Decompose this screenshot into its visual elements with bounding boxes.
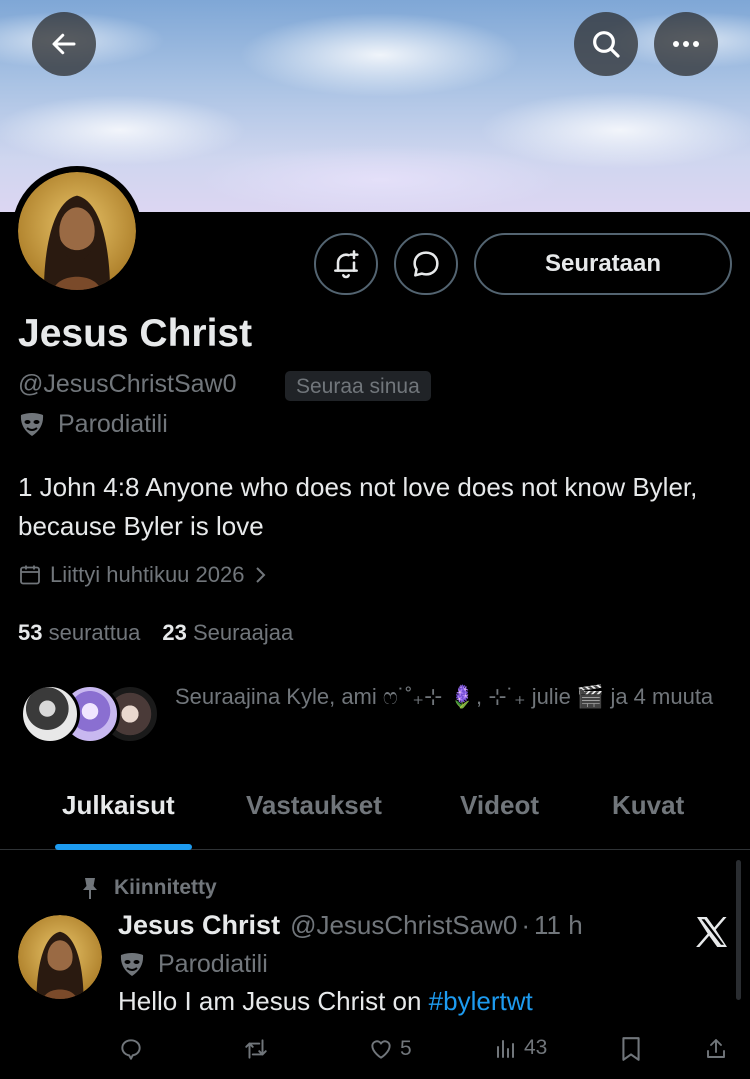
back-button[interactable] <box>32 12 96 76</box>
joined-date[interactable]: Liittyi huhtikuu 2026 <box>18 562 268 588</box>
more-icon <box>673 41 699 47</box>
profile-name: Jesus Christ <box>18 312 253 355</box>
profile-bio: 1 John 4:8 Anyone who does not love does… <box>18 472 698 541</box>
profile-avatar[interactable] <box>12 166 142 296</box>
profile-tabs: Julkaisut Vastaukset Videot Kuvat <box>0 770 750 850</box>
mutual-avatar <box>20 684 80 744</box>
share-button[interactable] <box>704 1036 728 1062</box>
post-separator: · <box>521 910 530 940</box>
scrollbar[interactable] <box>736 860 741 1000</box>
following-label: seurattua <box>48 620 141 645</box>
search-icon <box>593 31 620 58</box>
followers-count: 23 <box>162 620 187 645</box>
bookmark-button[interactable] <box>620 1036 642 1062</box>
search-button[interactable] <box>574 12 638 76</box>
post-author-name[interactable]: Jesus Christ <box>118 910 280 941</box>
followers-label: Seuraajaa <box>192 620 294 645</box>
post-author-avatar[interactable] <box>18 915 102 999</box>
reply-button[interactable] <box>118 1036 144 1062</box>
followed-by-text[interactable]: Seuraajina Kyle, ami ෆ˙˚₊⊹ 🪻, ⊹˙₊ julie … <box>175 676 715 718</box>
tab-posts[interactable]: Julkaisut <box>62 790 175 821</box>
notifications-button[interactable] <box>314 233 378 295</box>
repost-icon <box>245 1039 267 1059</box>
repost-button[interactable] <box>242 1036 270 1062</box>
post-body: Hello I am Jesus Christ on <box>118 986 429 1016</box>
views-button[interactable]: 43 <box>494 1036 547 1060</box>
like-button[interactable]: 5 <box>368 1036 412 1062</box>
following-count: 53 <box>18 620 43 645</box>
post-actions: 5 43 <box>0 1036 750 1072</box>
more-options-button[interactable] <box>654 12 718 76</box>
post-parody-text: Parodiatili <box>158 950 268 978</box>
post-parody-label: Parodiatili <box>118 950 268 979</box>
post-author-handle[interactable]: @JesusChristSaw0 <box>290 910 517 941</box>
x-logo-icon <box>696 917 727 947</box>
pin-icon <box>83 878 97 899</box>
post-time[interactable]: 11 h <box>534 910 583 941</box>
bell-plus-icon <box>334 250 359 279</box>
tab-photos[interactable]: Kuvat <box>612 790 684 821</box>
share-icon <box>707 1039 725 1058</box>
mask-icon <box>120 952 144 976</box>
avatar-image <box>18 915 102 999</box>
post-text: Hello I am Jesus Christ on #bylertwt <box>118 986 533 1017</box>
mask-icon <box>20 412 44 436</box>
mutual-followers-avatars[interactable] <box>20 684 160 744</box>
tab-videos[interactable]: Videot <box>460 790 539 821</box>
views-icon <box>497 1040 514 1058</box>
joined-text: Liittyi huhtikuu 2026 <box>50 562 245 587</box>
active-tab-indicator <box>55 844 192 850</box>
follow-stats: 53 seurattua 23 Seuraajaa <box>18 620 293 646</box>
pinned-indicator: Kiinnitetty <box>80 876 217 900</box>
chevron-right-icon <box>256 567 266 583</box>
parody-label: Parodiatili <box>18 410 168 439</box>
avatar-image <box>18 172 136 290</box>
message-button[interactable] <box>394 233 458 295</box>
profile-handle: @JesusChristSaw0 <box>18 370 237 398</box>
followers-link[interactable]: 23 Seuraajaa <box>162 620 293 646</box>
post-hashtag[interactable]: #bylertwt <box>429 986 533 1016</box>
parody-text: Parodiatili <box>58 410 168 438</box>
follows-you-badge: Seuraa sinua <box>285 371 431 401</box>
reply-icon <box>121 1039 141 1060</box>
following-link[interactable]: 53 seurattua <box>18 620 140 646</box>
post-header: Jesus Christ @JesusChristSaw0 · 11 h <box>118 910 583 941</box>
back-arrow-icon <box>52 33 76 55</box>
like-count: 5 <box>400 1037 412 1060</box>
views-count: 43 <box>524 1036 548 1059</box>
bookmark-icon <box>622 1037 640 1061</box>
like-icon <box>371 1040 391 1059</box>
following-button[interactable]: Seurataan <box>474 233 732 295</box>
tab-replies[interactable]: Vastaukset <box>246 790 382 821</box>
pinned-text: Kiinnitetty <box>114 876 217 899</box>
message-icon <box>413 251 439 277</box>
calendar-icon <box>20 565 40 585</box>
